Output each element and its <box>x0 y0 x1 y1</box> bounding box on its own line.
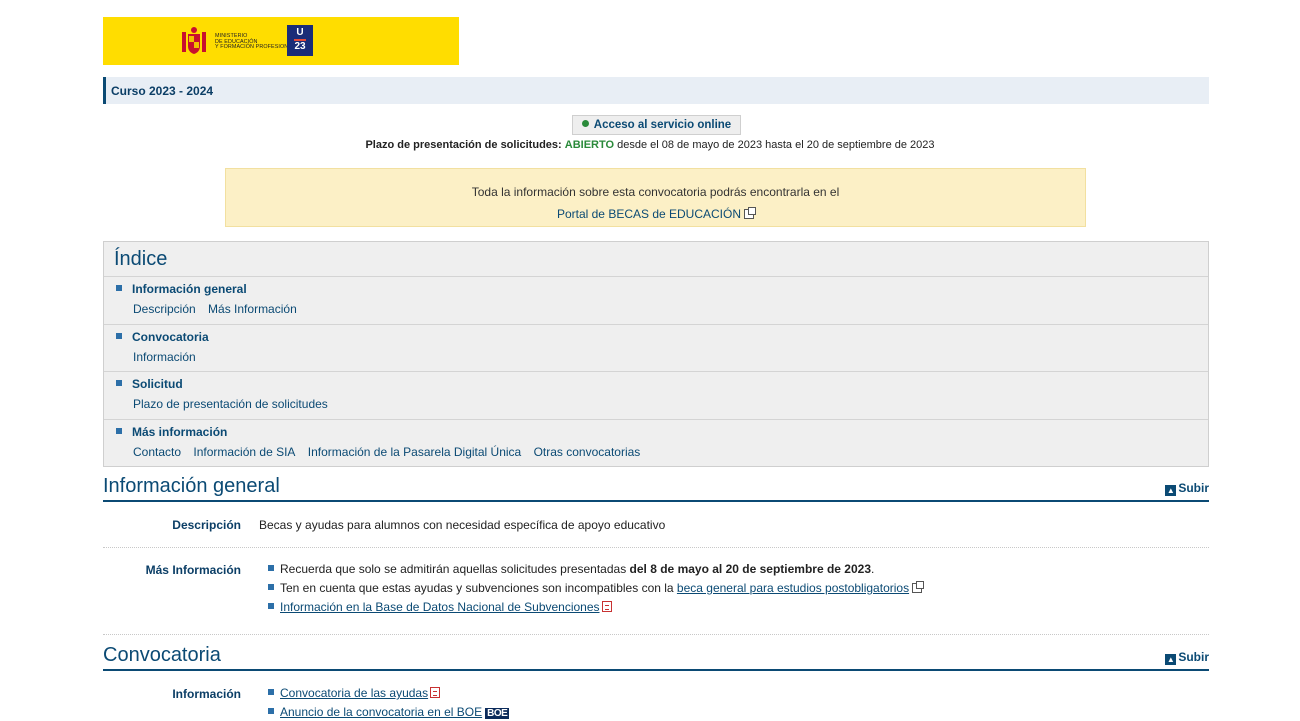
bullet-square-icon <box>268 584 274 590</box>
pdf-icon <box>601 601 612 612</box>
indice-section-title[interactable]: Solicitud <box>132 377 183 391</box>
arrow-up-icon: ▲ <box>1165 485 1177 496</box>
plazo-status-line: Plazo de presentación de solicitudes: AB… <box>365 139 935 151</box>
convocatoria-ayudas-link[interactable]: Convocatoria de las ayudas <box>280 686 428 700</box>
mas-informacion-label: Más Información <box>145 563 241 577</box>
mas-informacion-list: Recuerda que solo se admitirán aquellas … <box>268 562 925 619</box>
indice-link[interactable]: Descripción <box>133 302 196 316</box>
pdf-icon <box>430 687 441 698</box>
bullet-square-icon <box>116 285 122 291</box>
informacion-label: Información <box>172 687 241 701</box>
indice-section-title[interactable]: Información general <box>132 282 247 296</box>
indice-box: Índice Información general Descripción M… <box>103 241 1209 467</box>
section-title: Convocatoria <box>103 644 221 666</box>
bullet-square-icon <box>116 332 122 339</box>
list-item: Recuerda que solo se admitirán aquellas … <box>268 562 922 581</box>
bullet-square-icon <box>268 603 274 609</box>
external-link-icon <box>744 207 757 219</box>
descripcion-text: Becas y ayudas para alumnos con necesida… <box>259 518 666 532</box>
indice-title: Índice <box>104 242 1208 277</box>
arrow-up-icon: ▲ <box>1165 654 1177 665</box>
bullet-square-icon <box>268 689 274 695</box>
bdns-link[interactable]: Información en la Base de Datos Nacional… <box>280 600 600 614</box>
info-notice: Toda la información sobre esta convocato… <box>225 168 1086 227</box>
list-item: Anuncio de la convocatoria en el BOE BOE <box>268 705 510 721</box>
list-item: Convocatoria de las ayudas <box>268 686 509 705</box>
subir-link[interactable]: ▲ Subir <box>1165 650 1209 665</box>
convocatoria-list: Convocatoria de las ayudas Anuncio de la… <box>268 686 510 721</box>
indice-section: Más información Contacto Información de … <box>104 420 1208 468</box>
list-item: Ten en cuenta que estas ayudas y subvenc… <box>268 581 925 600</box>
spain-coat-of-arms-icon <box>182 27 206 54</box>
acceso-servicio-online-button[interactable]: Acceso al servicio online <box>572 115 741 135</box>
u23-badge-icon: U 23 <box>287 25 313 56</box>
status-dot-icon <box>581 120 589 127</box>
indice-link[interactable]: Más Información <box>208 302 297 316</box>
beca-general-link[interactable]: beca general para estudios postobligator… <box>677 581 909 595</box>
indice-section-title[interactable]: Convocatoria <box>132 330 209 344</box>
section-header-informacion-general: Información general ▲ Subir <box>103 475 1209 502</box>
divider <box>103 634 1209 635</box>
portal-becas-link[interactable]: Portal de BECAS de EDUCACIÓN <box>557 207 741 221</box>
bullet-square-icon <box>116 380 122 386</box>
indice-link[interactable]: Otras convocatorias <box>534 445 641 459</box>
indice-link[interactable]: Información de SIA <box>193 445 295 459</box>
bullet-square-icon <box>268 565 274 571</box>
section-title: Información general <box>103 475 280 497</box>
indice-section: Solicitud Plazo de presentación de solic… <box>104 372 1208 420</box>
descripcion-label: Descripción <box>172 518 241 532</box>
indice-link[interactable]: Información de la Pasarela Digital Única <box>308 445 521 459</box>
subir-link[interactable]: ▲ Subir <box>1165 481 1209 496</box>
bullet-square-icon <box>268 708 274 714</box>
ministry-name: MINISTERIO DE EDUCACIÓN Y FORMACIÓN PROF… <box>215 33 296 51</box>
indice-link[interactable]: Información <box>133 350 196 364</box>
bullet-square-icon <box>116 427 122 434</box>
list-item: Información en la Base de Datos Nacional… <box>268 600 922 619</box>
indice-section: Información general Descripción Más Info… <box>104 277 1208 325</box>
anuncio-boe-link[interactable]: Anuncio de la convocatoria en el BOE <box>280 705 482 719</box>
curso-bar: Curso 2023 - 2024 <box>103 77 1209 104</box>
divider <box>103 547 1209 548</box>
ministry-header-logo: MINISTERIO DE EDUCACIÓN Y FORMACIÓN PROF… <box>103 17 459 65</box>
external-link-icon <box>912 581 925 593</box>
indice-link[interactable]: Plazo de presentación de solicitudes <box>133 397 328 411</box>
boe-icon: BOE <box>485 708 510 719</box>
indice-section: Convocatoria Información <box>104 325 1208 372</box>
section-header-convocatoria: Convocatoria ▲ Subir <box>103 644 1209 671</box>
plazo-status: ABIERTO <box>564 139 615 151</box>
indice-section-title[interactable]: Más información <box>132 425 227 439</box>
indice-link[interactable]: Contacto <box>133 445 181 459</box>
